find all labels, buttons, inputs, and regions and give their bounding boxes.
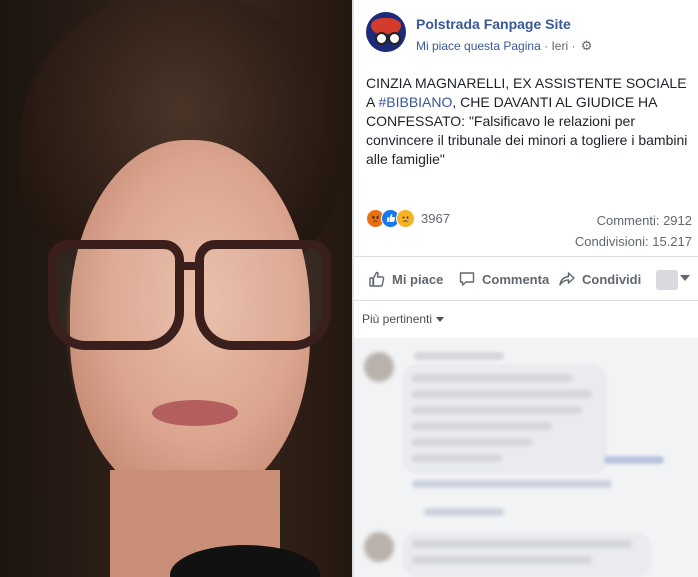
comments-count-link[interactable]: Commenti: 2912: [575, 210, 692, 231]
glasses-right-lens: [195, 240, 331, 350]
blurred-comment-line: [412, 556, 592, 564]
actions-top-divider: [354, 256, 698, 257]
like-button-label: Mi piace: [392, 271, 444, 287]
actions-bottom-divider: [354, 300, 698, 301]
glasses-bridge: [180, 262, 204, 270]
comment-sort-label: Più pertinenti: [362, 312, 433, 326]
hashtag-link[interactable]: #BIBBIANO: [378, 94, 452, 110]
blurred-commenter-name: [414, 352, 504, 360]
reactions-summary[interactable]: 3967: [366, 208, 450, 228]
comments-section: [354, 338, 698, 577]
blurred-comment-bubble: [402, 532, 652, 577]
blurred-comment-actions: [412, 480, 612, 488]
post-actions: Mi piace Commenta Condividi: [354, 262, 698, 296]
glasses-left-lens: [48, 240, 184, 350]
like-button[interactable]: Mi piace: [368, 270, 443, 288]
like-page-link[interactable]: Mi piace questa Pagina: [416, 39, 541, 53]
photo-lips: [152, 400, 238, 426]
gear-icon[interactable]: ⚙: [581, 38, 593, 54]
share-as-avatar[interactable]: [656, 270, 678, 290]
blurred-comment-line: [412, 540, 632, 548]
blurred-comment-line: [412, 374, 572, 382]
post-meta: Mi piace questa Pagina · Ieri · ⚙: [416, 38, 592, 54]
comment-button[interactable]: Commenta: [458, 270, 549, 288]
post-panel: Polstrada Fanpage Site Mi piace questa P…: [354, 0, 698, 577]
post-time[interactable]: Ieri: [551, 39, 568, 53]
blurred-comment-line: [412, 406, 582, 414]
post-stats: Commenti: 2912 Condivisioni: 15.217: [575, 210, 692, 252]
share-icon: [559, 272, 575, 286]
reaction-count[interactable]: 3967: [421, 211, 450, 226]
thumbs-up-icon: [369, 271, 385, 287]
page-name-link[interactable]: Polstrada Fanpage Site: [416, 16, 571, 32]
comment-icon: [459, 272, 475, 286]
comment-button-label: Commenta: [482, 271, 550, 287]
commenter-avatar[interactable]: [364, 352, 394, 382]
chevron-down-icon[interactable]: [680, 275, 690, 281]
post-photo[interactable]: [0, 0, 352, 577]
blurred-comment-line: [412, 454, 502, 462]
blurred-reply-link: [424, 508, 504, 516]
blurred-comment-line: [412, 422, 552, 430]
sad-icon: [396, 208, 415, 228]
blurred-reaction-pill: [604, 456, 664, 464]
blurred-comment-line: [412, 390, 592, 398]
meta-separator: ·: [571, 39, 576, 53]
shares-count-link[interactable]: Condivisioni: 15.217: [575, 231, 692, 252]
meta-separator: ·: [544, 39, 549, 53]
commenter-avatar[interactable]: [364, 532, 394, 562]
caret-down-icon: [436, 317, 445, 323]
page-avatar[interactable]: [366, 12, 406, 52]
share-button-label: Condividi: [582, 271, 642, 287]
share-button[interactable]: Condividi: [558, 270, 641, 288]
comment-sort-dropdown[interactable]: Più pertinenti: [362, 312, 445, 326]
post-text: CINZIA MAGNARELLI, EX ASSISTENTE SOCIALE…: [366, 74, 696, 169]
blurred-comment-line: [412, 438, 532, 446]
